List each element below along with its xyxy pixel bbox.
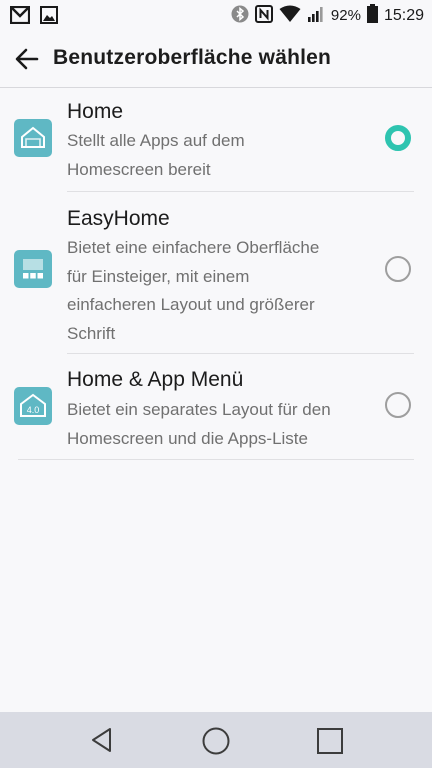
app-bar: Benutzeroberfläche wählen [0,32,432,88]
option-desc-line: Bietet eine einfachere Oberfläche [67,238,320,257]
option-desc-line: einfacheren Layout und größerer [67,295,315,314]
option-desc-line: Stellt alle Apps auf dem [67,131,245,150]
option-name: Home & App Menü [67,368,244,391]
bluetooth-icon [231,5,249,28]
launcher-options-list: Home Stellt alle Apps auf dem Homescreen… [0,96,432,460]
battery-icon [366,4,378,28]
nfc-icon [254,4,273,28]
option-home-app-menu[interactable]: 4.0 Home & App Menü Bietet ein separates… [0,354,432,460]
home-app-menu-launcher-icon: 4.0 [14,387,52,425]
home-launcher-icon [14,119,52,157]
option-desc-line: für Einsteiger, mit einem [67,267,250,286]
clock: 15:29 [383,7,424,24]
option-desc-line: Homescreen und die Apps-Liste [67,429,308,448]
easyhome-launcher-icon [14,250,52,288]
recents-nav-icon[interactable] [315,726,345,761]
battery-percent: 92% [330,7,361,24]
gmail-icon [9,5,31,29]
option-home[interactable]: Home Stellt alle Apps auf dem Homescreen… [0,96,432,192]
divider [18,459,414,460]
radio-home-selected[interactable] [385,125,411,151]
navigation-bar [0,712,432,768]
radio-home-app-menu[interactable] [385,392,411,418]
option-name: Home [67,100,124,123]
back-nav-icon[interactable] [88,726,116,759]
radio-easyhome[interactable] [385,256,411,282]
status-bar: 92% 15:29 [0,0,432,32]
gallery-icon [40,6,58,29]
home-nav-icon[interactable] [201,726,231,761]
wifi-icon [279,5,301,28]
page-title: Benutzeroberfläche wählen [53,46,332,69]
option-desc-line: Bietet ein separates Layout für den [67,400,331,419]
option-desc-line: Homescreen bereit [67,160,211,179]
signal-icon [307,5,325,28]
option-easyhome[interactable]: EasyHome Bietet eine einfachere Oberfläc… [0,192,432,354]
option-name: EasyHome [67,207,170,230]
icon-version-label: 4.0 [27,405,40,415]
option-desc-line: Schrift [67,324,116,343]
back-arrow-icon[interactable] [14,46,40,72]
